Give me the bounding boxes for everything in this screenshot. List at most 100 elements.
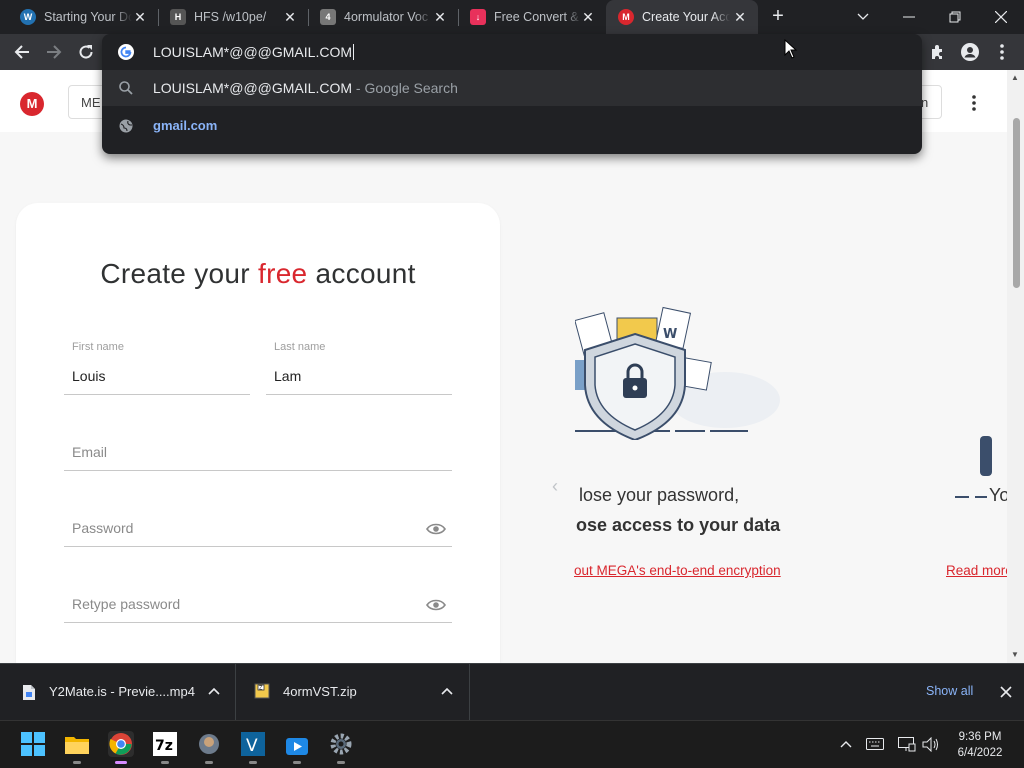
first-name-value: Louis <box>72 368 106 384</box>
file-icon <box>23 685 35 700</box>
read-more-link[interactable]: Read more <box>946 563 1007 578</box>
suggestion-google-search[interactable]: LOUISLAM*@@@GMAIL.COM - Google Search <box>102 70 922 106</box>
video-editor-button[interactable] <box>284 731 310 764</box>
chrome-button[interactable] <box>108 731 134 764</box>
close-icon[interactable] <box>1000 686 1012 698</box>
scroll-thumb[interactable] <box>1013 118 1020 288</box>
tab-create-your-account[interactable]: M Create Your Acc ✕ <box>606 0 758 34</box>
close-icon[interactable]: ✕ <box>282 9 298 25</box>
arrow-left-icon <box>14 45 29 59</box>
restore-icon <box>949 11 961 23</box>
last-name-field[interactable]: Last name Lam <box>266 340 452 395</box>
address-bar[interactable]: LOUISLAM*@@@GMAIL.COM <box>102 34 922 70</box>
address-input[interactable]: LOUISLAM*@@@GMAIL.COM <box>153 44 355 60</box>
restore-button[interactable] <box>932 0 978 34</box>
more-vert-icon <box>972 95 976 111</box>
browser-menu-button[interactable] <box>988 38 1016 66</box>
chevron-up-icon[interactable] <box>441 687 453 695</box>
password-field[interactable]: Password <box>64 507 452 547</box>
network-icon[interactable] <box>898 737 916 752</box>
tab-search-button[interactable] <box>840 0 886 34</box>
email-placeholder: Email <box>72 444 108 460</box>
download-filename: Y2Mate.is - Previe....mp4 <box>49 684 195 699</box>
reload-button[interactable] <box>72 38 100 66</box>
start-button[interactable] <box>20 731 46 757</box>
minimize-button[interactable] <box>886 0 932 34</box>
tab-free-convert[interactable]: ↓ Free Convert & ✕ <box>450 0 606 34</box>
hfs-icon: H <box>170 9 186 25</box>
profile-button[interactable] <box>956 38 984 66</box>
more-vert-icon <box>1000 44 1004 60</box>
settings-button[interactable] <box>328 731 354 764</box>
svg-text:7z: 7z <box>155 738 173 754</box>
7zip-icon: 7z <box>153 732 177 756</box>
close-window-button[interactable] <box>978 0 1024 34</box>
tab-hfs[interactable]: H HFS /w10pe/ ✕ <box>150 0 309 34</box>
tab-4ormulator[interactable]: 4 4ormulator Voc ✕ <box>300 0 459 34</box>
page-title: Create your free account <box>100 258 416 289</box>
carousel-line2: ose access to your data <box>576 515 781 535</box>
chevron-up-icon[interactable] <box>840 740 852 748</box>
email-field[interactable]: Email <box>64 431 452 471</box>
clock[interactable]: 9:36 PM 6/4/2022 <box>950 729 1010 761</box>
close-icon[interactable]: ✕ <box>580 9 596 25</box>
new-tab-button[interactable]: + <box>766 5 790 29</box>
eye-icon[interactable] <box>426 522 446 536</box>
7zip-button[interactable]: 7z <box>152 731 178 764</box>
chrome-icon <box>109 733 132 755</box>
windows-taskbar: 7z V 9:36 PM 6/4/2022 <box>0 720 1024 768</box>
file-explorer-icon <box>65 737 89 754</box>
chevron-left-icon[interactable]: ‹ <box>552 476 558 497</box>
download-item-zip[interactable]: Z 4ormVST.zip <box>236 664 470 721</box>
first-name-label: First name <box>72 341 124 353</box>
retype-password-field[interactable]: Retype password <box>64 583 452 623</box>
first-name-field[interactable]: First name Louis <box>64 340 250 395</box>
globe-icon <box>119 119 133 133</box>
suggestion-text: LOUISLAM*@@@GMAIL.COM - Google Search <box>153 80 458 96</box>
download-icon: ↓ <box>470 9 486 25</box>
last-name-value: Lam <box>274 368 302 384</box>
profile-icon <box>961 43 979 61</box>
close-icon[interactable]: ✕ <box>432 9 448 25</box>
header-search-text: ME <box>81 95 101 110</box>
mega-logo-icon[interactable]: M <box>20 92 44 116</box>
signup-card: Create your free account First name Loui… <box>16 203 500 663</box>
volume-icon[interactable] <box>922 737 940 752</box>
tab-title: 4ormulator Voc <box>344 10 429 24</box>
settings-icon <box>330 733 352 755</box>
clock-date: 6/4/2022 <box>957 747 1003 759</box>
app-button[interactable] <box>196 731 222 764</box>
encryption-link[interactable]: out MEGA's end-to-end encryption <box>574 563 781 578</box>
reload-icon <box>79 45 93 59</box>
scroll-up-icon[interactable]: ▲ <box>1011 73 1019 82</box>
tab-starting-your-domain[interactable]: W Starting Your Do ✕ <box>0 0 159 34</box>
close-icon[interactable]: ✕ <box>132 9 148 25</box>
suggestion-text: gmail.com <box>153 118 218 133</box>
puzzle-icon <box>932 45 942 59</box>
carousel-next-text: Yo <box>989 485 1007 505</box>
close-icon[interactable]: ✕ <box>732 9 748 25</box>
keyboard-icon[interactable] <box>866 738 884 750</box>
omnibox[interactable]: LOUISLAM*@@@GMAIL.COM LOUISLAM*@@@GMAIL.… <box>102 34 922 154</box>
scroll-down-icon[interactable]: ▼ <box>1011 650 1019 659</box>
back-button[interactable] <box>8 38 36 66</box>
arrow-right-icon <box>47 45 62 59</box>
tab-title: Create Your Acc <box>642 10 730 24</box>
tab-title: Free Convert & <box>494 10 579 24</box>
file-explorer-button[interactable] <box>64 731 90 764</box>
clock-time: 9:36 PM <box>958 731 1002 743</box>
forward-button[interactable] <box>40 38 68 66</box>
eye-icon[interactable] <box>426 598 446 612</box>
page-content: M ME n Create your free account First na… <box>0 70 1024 663</box>
minimize-icon <box>903 16 915 18</box>
zip-icon: Z <box>254 683 270 699</box>
show-all-button[interactable]: Show all <box>926 684 973 698</box>
page-scrollbar[interactable]: ▲ ▼ <box>1007 70 1024 663</box>
visual-studio-button[interactable]: V <box>240 731 266 764</box>
suggestion-gmail[interactable]: gmail.com <box>102 108 922 144</box>
tab-title: HFS /w10pe/ <box>194 10 267 24</box>
extensions-button[interactable] <box>924 38 952 66</box>
chevron-up-icon[interactable] <box>208 687 220 695</box>
download-item-mp4[interactable]: Y2Mate.is - Previe....mp4 <box>0 664 236 721</box>
page-menu-button[interactable] <box>972 95 976 116</box>
